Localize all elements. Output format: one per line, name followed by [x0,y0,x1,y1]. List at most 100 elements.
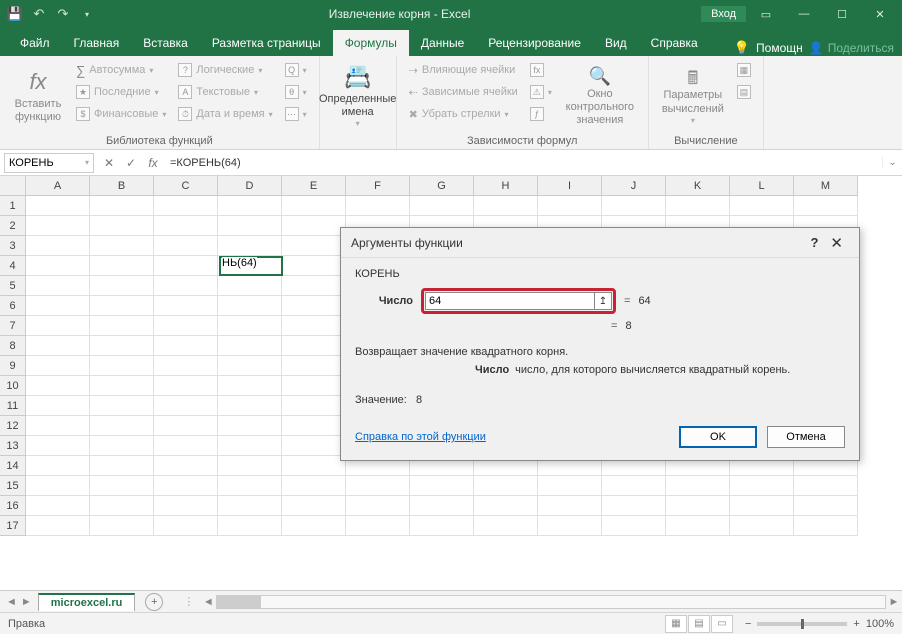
cell[interactable] [282,496,346,516]
cell[interactable] [282,396,346,416]
cell[interactable] [90,396,154,416]
cell[interactable] [794,476,858,496]
cell[interactable] [666,196,730,216]
cell[interactable] [154,436,218,456]
row-header[interactable]: 5 [0,276,26,296]
undo-icon[interactable]: ↶ [28,3,50,25]
cell[interactable] [538,496,602,516]
cell[interactable] [218,396,282,416]
datetime-button[interactable]: ⏱Дата и время▾ [174,104,276,124]
cell[interactable] [218,316,282,336]
cell[interactable] [602,476,666,496]
column-header[interactable]: E [282,176,346,196]
cell[interactable] [474,476,538,496]
cell[interactable] [474,196,538,216]
cell[interactable] [218,436,282,456]
cell[interactable] [90,416,154,436]
next-sheet-icon[interactable]: ► [21,596,32,608]
column-header[interactable]: K [666,176,730,196]
cell[interactable] [154,496,218,516]
logical-button[interactable]: ?Логические▾ [174,60,276,80]
select-all-button[interactable] [0,176,26,196]
cell[interactable] [218,296,282,316]
cell[interactable] [282,436,346,456]
cell[interactable] [26,256,90,276]
cell[interactable] [26,356,90,376]
horizontal-scrollbar[interactable] [216,595,886,609]
ribbon-options-icon[interactable]: ▭ [748,0,784,28]
cell[interactable] [26,416,90,436]
page-break-view-icon[interactable]: ▭ [711,615,733,633]
cell[interactable] [218,496,282,516]
cell[interactable] [154,296,218,316]
cell[interactable] [26,396,90,416]
cell[interactable] [474,496,538,516]
cell[interactable] [26,216,90,236]
cell[interactable] [90,356,154,376]
arg-input-number[interactable] [425,292,595,310]
evaluate-button[interactable]: ƒ [526,104,556,124]
row-header[interactable]: 4 [0,256,26,276]
cell[interactable] [538,516,602,536]
cell[interactable] [26,496,90,516]
column-header[interactable]: L [730,176,794,196]
more-func-2[interactable]: θ▾ [281,82,311,102]
cell[interactable] [282,336,346,356]
cell[interactable] [282,276,346,296]
accept-formula-icon[interactable]: ✓ [120,153,142,173]
normal-view-icon[interactable]: ▦ [665,615,687,633]
cell[interactable] [26,316,90,336]
scroll-right-icon[interactable]: ► [886,596,902,608]
cell[interactable] [26,456,90,476]
row-header[interactable]: 6 [0,296,26,316]
cell[interactable] [218,476,282,496]
cancel-button[interactable]: Отмена [767,426,845,448]
column-header[interactable]: B [90,176,154,196]
cell[interactable] [218,196,282,216]
column-header[interactable]: D [218,176,282,196]
row-header[interactable]: 9 [0,356,26,376]
cell[interactable] [730,496,794,516]
cell[interactable] [794,516,858,536]
cell[interactable] [410,476,474,496]
tab-review[interactable]: Рецензирование [476,30,593,56]
watch-window-button[interactable]: 🔍 Окно контрольного значения [560,60,640,133]
cell[interactable] [730,476,794,496]
error-check-button[interactable]: ⚠▾ [526,82,556,102]
tab-view[interactable]: Вид [593,30,639,56]
column-header[interactable]: A [26,176,90,196]
row-header[interactable]: 11 [0,396,26,416]
cell[interactable] [218,236,282,256]
remove-arrows-button[interactable]: ✖Убрать стрелки▾ [405,104,522,124]
cell[interactable] [218,376,282,396]
more-func-3[interactable]: ⋯▾ [281,104,311,124]
cell[interactable] [90,296,154,316]
cell[interactable] [26,336,90,356]
column-header[interactable]: J [602,176,666,196]
cell[interactable] [154,476,218,496]
cell[interactable] [538,476,602,496]
cell[interactable] [154,336,218,356]
row-header[interactable]: 13 [0,436,26,456]
cell[interactable] [90,376,154,396]
cell[interactable] [282,416,346,436]
cell[interactable] [90,276,154,296]
column-header[interactable]: M [794,176,858,196]
cell[interactable] [154,396,218,416]
range-picker-icon[interactable]: ↥ [594,292,612,310]
calc-options-button[interactable]: 🖩 Параметры вычислений ▾ [657,60,729,133]
cell[interactable] [666,476,730,496]
redo-icon[interactable]: ↷ [52,3,74,25]
share-button[interactable]: 👤Поделиться [809,41,894,55]
minimize-icon[interactable]: — [786,0,822,28]
dialog-close-icon[interactable]: ✕ [824,234,849,252]
cell[interactable] [90,236,154,256]
cell[interactable] [154,276,218,296]
cell[interactable] [154,516,218,536]
cell[interactable] [602,516,666,536]
recent-button[interactable]: ★Последние▾ [72,82,170,102]
cell[interactable] [90,436,154,456]
dialog-help-icon[interactable]: ? [804,235,824,250]
cell[interactable] [26,236,90,256]
maximize-icon[interactable]: ☐ [824,0,860,28]
